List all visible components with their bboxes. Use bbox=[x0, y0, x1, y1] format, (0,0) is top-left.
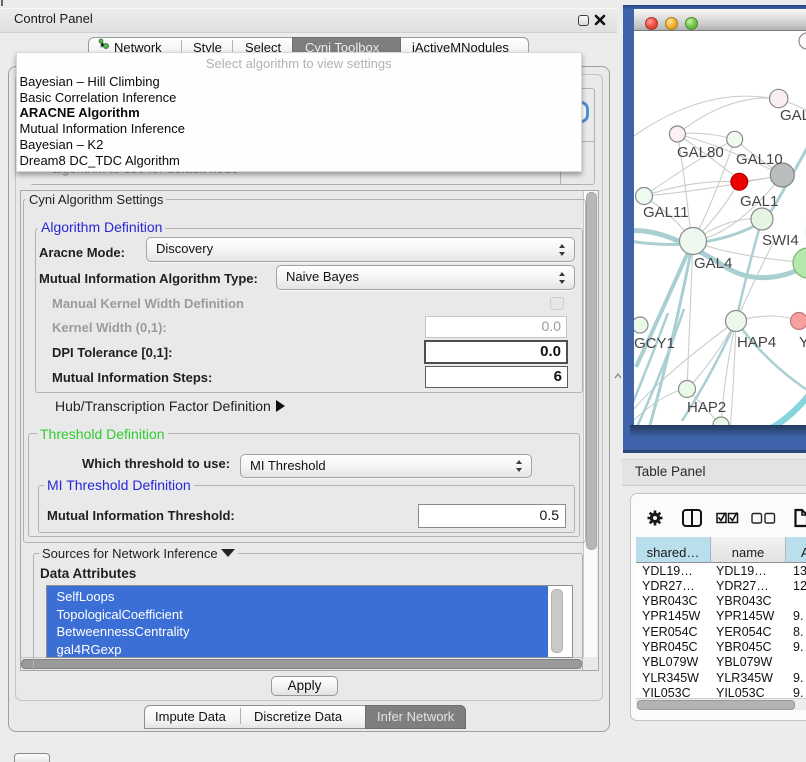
svg-text:GAL11: GAL11 bbox=[643, 204, 689, 221]
svg-text:GAL10: GAL10 bbox=[736, 151, 783, 168]
svg-text:Y: Y bbox=[799, 334, 806, 351]
svg-text:HAP4: HAP4 bbox=[737, 334, 776, 351]
svg-text:GAL80: GAL80 bbox=[677, 144, 724, 161]
svg-text:GAL4: GAL4 bbox=[694, 255, 732, 272]
svg-text:HAP2: HAP2 bbox=[687, 399, 726, 416]
svg-text:GAL7: GAL7 bbox=[780, 107, 806, 124]
svg-text:GAL1: GAL1 bbox=[740, 193, 778, 210]
svg-text:GCY1: GCY1 bbox=[634, 335, 675, 352]
svg-text:SWI4: SWI4 bbox=[762, 232, 799, 249]
